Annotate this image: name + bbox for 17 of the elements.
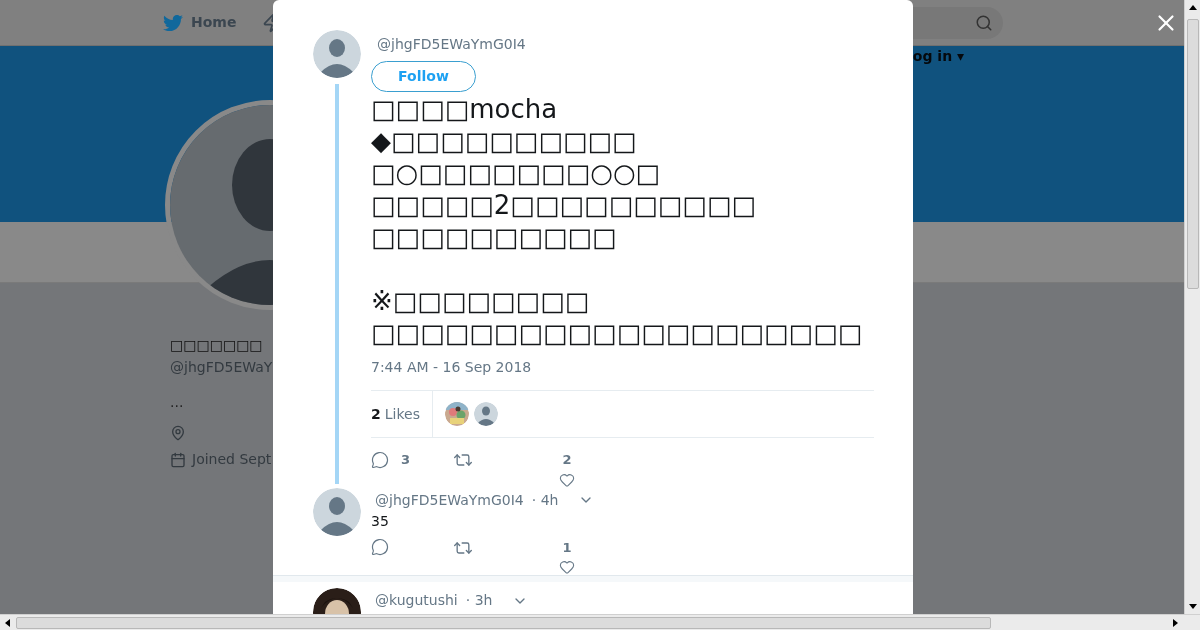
reply-text: 35 xyxy=(371,511,390,531)
like-count: 1 xyxy=(562,538,572,557)
reply-handle[interactable]: @kugutushi xyxy=(375,590,458,611)
reply-age: · 3h xyxy=(465,591,493,610)
likes-count[interactable]: 2 xyxy=(371,403,381,425)
reply-count: 3 xyxy=(401,451,411,469)
reply-handle[interactable]: @jhgFD5EWaYmG0I4 xyxy=(375,489,524,511)
join-date: Joined Sept xyxy=(192,450,272,469)
profile-name: □□□□□□□ xyxy=(170,336,263,355)
like-count: 2 xyxy=(562,451,572,469)
profile-bio: ... xyxy=(170,393,184,412)
reply-age: · 4h xyxy=(531,490,559,510)
profile-handle: @jhgFD5EWaY xyxy=(170,358,273,377)
tweet-text: □□□□mocha ◆□□□□□□□□□□ □○□□□□□□□○○□ □□□□□2□□□□□□□□□□ □□□□□□□□□□ ※□□□□□□□□ □□□□□□□□□□□□□□□□□□□□ xyxy=(371,93,864,349)
tweet-timestamp: 7:44 AM - 16 Sep 2018 xyxy=(371,358,533,377)
user-handle[interactable]: @jhgFD5EWaYmG0I4 xyxy=(377,34,874,55)
likes-label[interactable]: Likes xyxy=(384,403,420,425)
